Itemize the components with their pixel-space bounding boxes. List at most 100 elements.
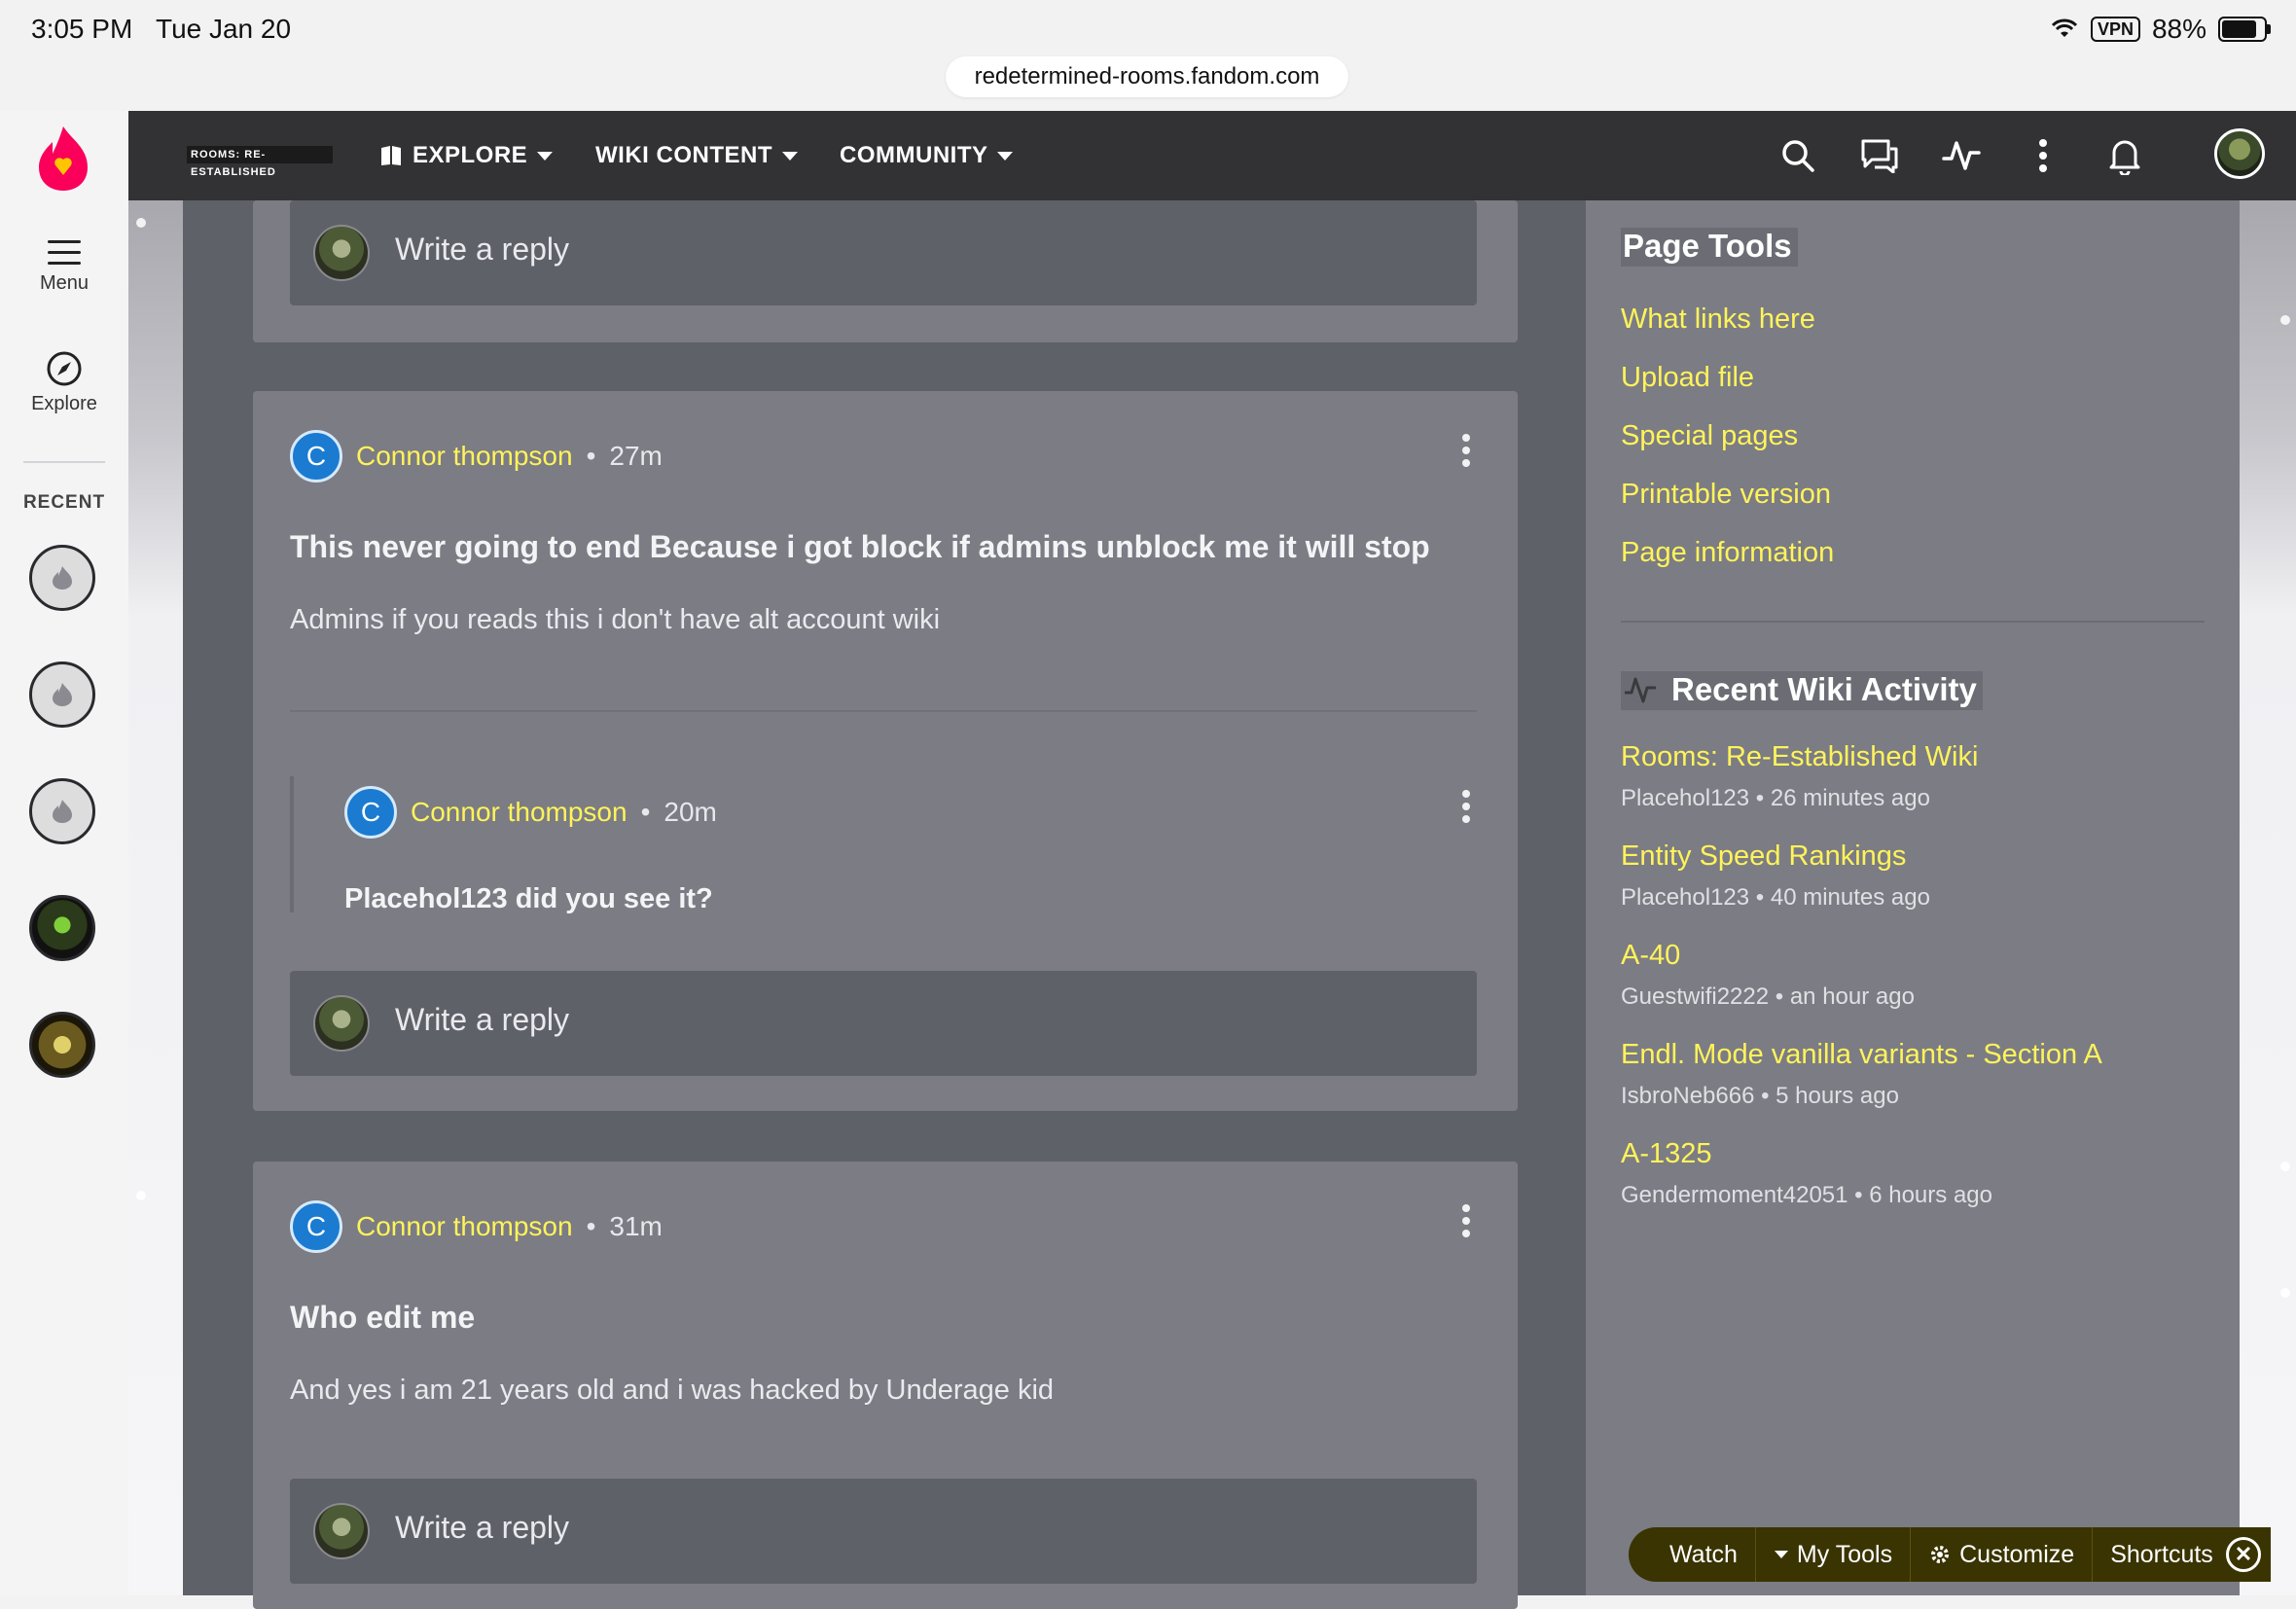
- post-options-button[interactable]: [1461, 434, 1471, 467]
- customize-label: Customize: [1959, 1540, 2075, 1568]
- wiki-content-menu[interactable]: WIKI CONTENT: [595, 142, 798, 169]
- page-tools-link[interactable]: Page information: [1621, 537, 1834, 569]
- post-card: C Connor thompson • 31m Who edit me And …: [253, 1162, 1518, 1609]
- activity-page-link[interactable]: Rooms: Re-Established Wiki: [1621, 741, 1978, 773]
- activity-meta: Guestwifi2222 • an hour ago: [1621, 983, 1915, 1010]
- wiki-wordmark[interactable]: ROOMS: RE-ESTABLISHED: [187, 146, 333, 178]
- page-tools-link[interactable]: Upload file: [1621, 362, 1754, 394]
- author-link[interactable]: Connor thompson: [356, 441, 573, 472]
- recent-wiki-avatar[interactable]: [29, 778, 95, 844]
- user-avatar: [313, 225, 370, 281]
- discussion-thread: Write a reply C Connor thompson • 27m Th…: [183, 200, 1586, 1609]
- activity-page-link[interactable]: A-1325: [1621, 1138, 1712, 1170]
- explore-menu-label: EXPLORE: [413, 142, 528, 168]
- fandom-left-rail: Menu Explore RECENT: [0, 111, 128, 1595]
- author-avatar[interactable]: C: [290, 430, 342, 483]
- date: Tue Jan 20: [156, 14, 292, 44]
- page-tools-link[interactable]: What links here: [1621, 304, 1815, 336]
- activity-meta: Gendermoment42051 • 6 hours ago: [1621, 1182, 1992, 1208]
- author-link[interactable]: Connor thompson: [356, 1211, 573, 1242]
- activity-page-link[interactable]: A-40: [1621, 940, 1680, 972]
- reply-box[interactable]: Write a reply: [290, 200, 1477, 305]
- search-icon: [1782, 140, 1814, 172]
- chevron-down-icon: [537, 151, 554, 161]
- ios-status-bar: 3:05 PM Tue Jan 20 VPN 88%: [0, 0, 2296, 64]
- author-link[interactable]: Connor thompson: [411, 797, 628, 828]
- battery-percent: 88%: [2151, 14, 2206, 44]
- post-card: C Connor thompson • 27m This never going…: [253, 391, 1518, 1111]
- clock: 3:05 PM: [31, 14, 133, 44]
- wiki-top-nav: ROOMS: RE-ESTABLISHED EXPLORE WIKI CONTE…: [128, 111, 2296, 200]
- bell-icon: [2109, 140, 2140, 175]
- meta-dot: •: [586, 441, 596, 471]
- author-avatar[interactable]: C: [290, 1200, 342, 1253]
- activity-meta: IsbroNeb666 • 5 hours ago: [1621, 1083, 1899, 1109]
- reply-box[interactable]: Write a reply: [290, 971, 1477, 1076]
- my-tools-label: My Tools: [1796, 1540, 1893, 1568]
- post-body: Admins if you reads this i don't have al…: [290, 604, 941, 635]
- meta-dot: •: [640, 797, 651, 827]
- activity-page-link[interactable]: Entity Speed Rankings: [1621, 840, 1906, 873]
- post-age[interactable]: 27m: [609, 441, 662, 472]
- notifications-button[interactable]: [2103, 134, 2146, 177]
- post-header: C Connor thompson • 27m: [290, 430, 663, 483]
- user-avatar[interactable]: [2214, 128, 2265, 179]
- page-tools-link[interactable]: Special pages: [1621, 420, 1798, 452]
- menu-label: Menu: [39, 272, 90, 294]
- url-bar[interactable]: redetermined-rooms.fandom.com: [946, 56, 1348, 97]
- battery-icon: [2218, 17, 2271, 42]
- vpn-badge: VPN: [2090, 17, 2140, 42]
- activity-icon: [1942, 141, 1981, 170]
- previous-post-card: Write a reply: [253, 200, 1518, 342]
- post-age[interactable]: 31m: [609, 1211, 662, 1242]
- activity-page-link[interactable]: Endl. Mode vanilla variants - Section A: [1621, 1039, 2102, 1071]
- community-label: COMMUNITY: [840, 142, 988, 168]
- compass-icon: [47, 351, 82, 386]
- customize-button[interactable]: Customize: [1911, 1527, 2094, 1582]
- explore-wiki-icon: [381, 146, 401, 165]
- discussions-button[interactable]: [1858, 134, 1901, 177]
- explore-menu[interactable]: EXPLORE: [379, 142, 554, 169]
- activity-button[interactable]: [1940, 134, 1983, 177]
- page-tools-heading: Page Tools: [1621, 228, 1798, 267]
- fandom-logo-icon[interactable]: [37, 125, 90, 193]
- recent-wiki-avatar[interactable]: [29, 661, 95, 728]
- reply-age[interactable]: 20m: [664, 797, 716, 828]
- reply-text: Placehol123 did you see it?: [344, 883, 713, 914]
- rail-separator: [1621, 621, 2205, 623]
- more-button[interactable]: [2022, 134, 2064, 177]
- search-button[interactable]: [1776, 134, 1819, 177]
- shortcuts-button[interactable]: Shortcuts: [2093, 1527, 2231, 1582]
- activity-icon: [1625, 677, 1656, 703]
- watch-button[interactable]: Watch: [1652, 1527, 1756, 1582]
- recent-wiki-avatar[interactable]: [29, 895, 95, 961]
- recent-wiki-avatar[interactable]: [29, 545, 95, 611]
- recent-wiki-avatar[interactable]: [29, 1012, 95, 1078]
- menu-button[interactable]: Menu: [0, 239, 128, 295]
- wifi-icon: [2051, 18, 2077, 37]
- reply-item: C Connor thompson • 20m Placehol123 did …: [290, 776, 1481, 914]
- page-tools-link[interactable]: Printable version: [1621, 479, 1831, 511]
- discussions-icon: [1861, 139, 1898, 173]
- reply-placeholder: Write a reply: [395, 1510, 570, 1545]
- explore-label: Explore: [31, 393, 97, 414]
- gear-icon: [1931, 1546, 1950, 1563]
- close-icon[interactable]: ✕: [2226, 1537, 2261, 1572]
- status-icons: VPN 88%: [2050, 14, 2271, 45]
- reply-placeholder: Write a reply: [395, 232, 570, 267]
- explore-button[interactable]: Explore: [0, 350, 128, 415]
- reply-placeholder: Write a reply: [395, 1002, 570, 1037]
- post-body: And yes i am 21 years old and i was hack…: [290, 1375, 1055, 1406]
- community-menu[interactable]: COMMUNITY: [840, 142, 1014, 169]
- reply-box[interactable]: Write a reply: [290, 1479, 1477, 1584]
- post-options-button[interactable]: [1461, 1204, 1471, 1237]
- post-title[interactable]: This never going to end Because i got bl…: [290, 529, 1430, 565]
- wiki-toolbar: Watch My Tools Customize Shortcuts ✕: [1629, 1527, 2271, 1582]
- reply-options-button[interactable]: [1461, 790, 1471, 823]
- author-avatar[interactable]: C: [344, 786, 397, 839]
- recent-heading: RECENT: [22, 492, 106, 513]
- wiki-content-label: WIKI CONTENT: [595, 142, 772, 168]
- my-tools-button[interactable]: My Tools: [1756, 1527, 1912, 1582]
- fandom-flame-icon: [53, 566, 72, 590]
- post-title[interactable]: Who edit me: [290, 1300, 475, 1336]
